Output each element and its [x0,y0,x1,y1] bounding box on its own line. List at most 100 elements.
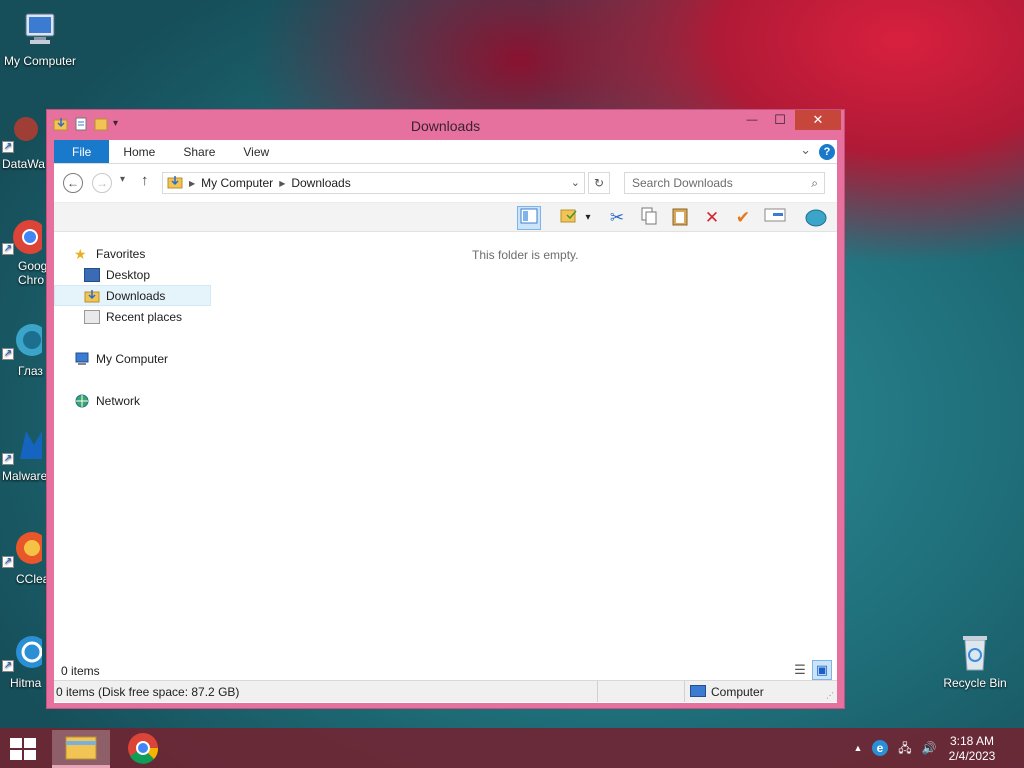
clock-time: 3:18 AM [949,734,995,748]
windows-logo-icon [10,738,22,748]
taskbar: ▲ e 🖧 🔊 3:18 AM 2/4/2023 [0,728,1024,768]
window-client: File Home Share View ⌄ ? ← → ▾ ↑ ▶ My Co… [54,140,837,703]
select-all-icon[interactable] [763,206,787,230]
shortcut-arrow-icon: ↗ [2,453,14,465]
tab-home[interactable]: Home [109,140,169,163]
refresh-button[interactable]: ↻ [588,172,610,194]
desktop-icon-my-computer[interactable]: My Computer [0,10,80,68]
status-details: 0 items (Disk free space: 87.2 GB) [56,685,240,699]
breadcrumb-separator-icon[interactable]: ▶ [189,179,195,188]
nav-item-downloads[interactable]: Downloads [54,285,211,306]
computer-icon [74,352,90,366]
computer-icon [690,685,706,697]
explorer-window[interactable]: ▾ Downloads — ☐ ✕ File Home Share View ⌄… [46,109,845,709]
windows-logo-icon [24,750,36,760]
desktop-icon-label: My Computer [3,54,77,68]
copy-icon[interactable] [637,206,661,230]
tab-file[interactable]: File [54,140,110,163]
clock-date: 2/4/2023 [948,749,996,763]
desktop-icon-label: Recycle Bin [943,676,1007,690]
show-hidden-icons-icon[interactable]: ▲ [850,740,866,756]
large-icons-view-button[interactable]: ▣ [812,660,832,680]
status-bar: 0 items (Disk free space: 87.2 GB) Compu… [54,680,837,702]
nav-item-network[interactable]: Network [54,390,211,411]
shortcut-arrow-icon: ↗ [2,660,14,672]
empty-folder-text: This folder is empty. [472,248,579,262]
recent-places-icon [84,309,100,324]
recent-locations-chevron-icon[interactable]: ▾ [120,174,125,185]
search-placeholder: Search Downloads [632,176,733,190]
tab-share[interactable]: Share [169,140,229,163]
windows-logo-icon [10,750,22,760]
item-count-bar: 0 items ☰ ▣ [54,660,837,682]
shortcut-arrow-icon: ↗ [2,141,14,153]
desktop-icon-recycle-bin[interactable]: Recycle Bin [935,632,1015,690]
preview-pane-button[interactable] [517,206,541,230]
shortcut-arrow-icon: ↗ [2,243,14,255]
status-location-label: Computer [711,685,764,699]
back-button[interactable]: ← [63,173,83,193]
details-view-button[interactable]: ☰ [790,660,810,680]
hitmanpro-icon: ↗ [2,632,48,672]
item-count: 0 items [61,664,100,678]
rename-check-icon[interactable]: ✔ [731,206,755,230]
breadcrumb-my-computer[interactable]: My Computer [201,176,273,190]
address-field[interactable]: ▶ My Computer ▶ Downloads ⌄ [162,172,585,194]
tab-view[interactable]: View [229,140,283,163]
expand-ribbon-chevron-icon[interactable]: ⌄ [800,142,811,158]
desktop-folder-icon [84,267,100,282]
delete-icon[interactable]: ✕ [700,206,724,230]
window-title: Downloads [410,118,481,134]
malwarebytes-icon: ↗ [2,425,42,465]
status-location: Computer [690,685,764,699]
desktop-icon-label: Goog Chro [18,259,48,287]
status-divider [597,681,598,702]
ie-tray-icon[interactable]: e [872,740,888,756]
help-button[interactable]: ? [819,144,835,160]
nav-label: Recent places [106,309,183,324]
paste-icon[interactable] [668,206,692,230]
forward-button[interactable]: → [92,173,112,193]
address-bar-row: ← → ▾ ↑ ▶ My Computer ▶ Downloads ⌄ ↻ Se… [54,164,837,202]
downloads-icon [84,289,100,303]
chrome-icon [128,733,159,764]
taskbar-file-explorer[interactable] [52,730,110,768]
search-input[interactable]: Search Downloads ⌕ [624,172,825,194]
cut-icon[interactable]: ✂ [605,206,629,230]
close-button[interactable]: ✕ [795,110,841,130]
ribbon-tabs: File Home Share View ⌄ ? [54,140,837,164]
folder-options-icon[interactable] [557,206,581,230]
maximize-button[interactable]: ☐ [766,110,794,130]
title-bar[interactable]: ▾ Downloads — ☐ ✕ [47,110,844,140]
status-divider [684,681,685,702]
minimize-button[interactable]: — [738,110,766,130]
ccleaner-icon: ↗ [2,528,48,568]
nav-item-favorites[interactable]: ★ Favorites [54,243,211,264]
computer-icon [20,10,60,50]
address-dropdown-icon[interactable]: ⌄ [571,176,580,189]
nav-label: Network [96,393,141,408]
nav-item-my-computer[interactable]: My Computer [54,348,211,369]
breadcrumb-downloads[interactable]: Downloads [291,176,350,190]
glaz-icon: ↗ [2,320,48,360]
nav-label: Favorites [96,246,146,261]
breadcrumb-separator-icon[interactable]: ▶ [279,179,285,188]
nav-label: Desktop [106,267,151,282]
nav-label: My Computer [96,351,169,366]
star-icon: ★ [74,245,87,262]
system-clock[interactable]: 3:18 AM 2/4/2023 [942,734,1002,764]
resize-grip-icon[interactable]: ⋰ [826,691,834,700]
taskbar-chrome[interactable] [114,730,172,768]
volume-tray-icon[interactable]: 🔊 [921,740,937,756]
up-button[interactable]: ↑ [141,172,149,189]
shortcut-arrow-icon: ↗ [2,556,14,568]
folder-options-dropdown-icon[interactable]: ▾ [581,206,595,230]
search-icon[interactable]: ⌕ [811,173,818,193]
start-button[interactable] [10,738,38,760]
nav-item-recent-places[interactable]: Recent places [54,306,211,327]
shell-globe-icon[interactable] [804,206,828,230]
network-tray-icon[interactable]: 🖧 [897,740,913,756]
folder-icon [65,736,97,760]
chrome-icon: ↗ [2,215,47,255]
nav-item-desktop[interactable]: Desktop [54,264,211,285]
